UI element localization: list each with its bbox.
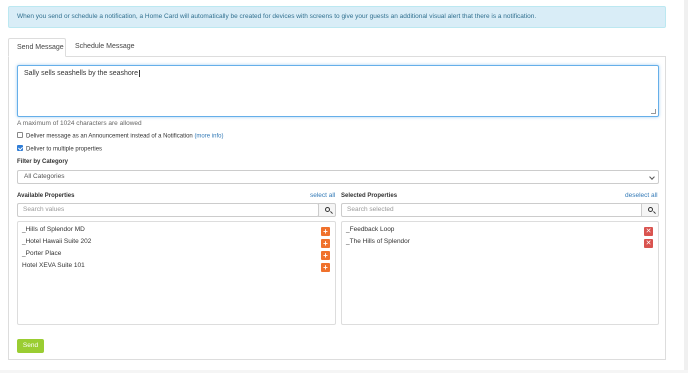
alert-text: When you send or schedule a notification… [17, 13, 537, 20]
message-text: Sally sells seashells by the seashore [24, 70, 139, 77]
announcement-option: Deliver message as an Announcement inste… [17, 132, 223, 140]
available-search-button[interactable] [318, 203, 336, 217]
chevron-down-icon [649, 174, 655, 180]
multiple-properties-option: Deliver to multiple properties [17, 145, 103, 153]
select-all-link[interactable]: select all [310, 192, 335, 199]
search-icon [648, 207, 653, 212]
announcement-checkbox[interactable] [17, 132, 23, 138]
add-property-button[interactable]: + [321, 263, 330, 272]
available-properties-title: Available Properties [17, 193, 75, 199]
list-item: _The Hills of Splendor [346, 238, 410, 245]
tab-send-message[interactable]: Send Message [8, 38, 66, 57]
vertical-scrollbar[interactable] [684, 0, 688, 373]
list-item: _Porter Place [22, 250, 62, 257]
add-property-button[interactable]: + [321, 251, 330, 260]
character-limit-hint: A maximum of 1024 characters are allowed [17, 120, 142, 127]
list-item: _Feedback Loop [346, 226, 395, 233]
list-item: _Hotel Hawaii Suite 202 [22, 238, 92, 245]
list-item: Hotel XEVA Suite 101 [22, 262, 85, 269]
remove-property-button[interactable]: ✕ [644, 239, 653, 248]
category-select-value: All Categories [24, 173, 65, 180]
resize-handle[interactable] [651, 109, 656, 114]
add-property-button[interactable]: + [321, 227, 330, 236]
multiple-properties-checkbox[interactable] [17, 145, 23, 151]
tab-schedule-message[interactable]: Schedule Message [67, 38, 143, 57]
more-info-link[interactable]: (more info) [194, 134, 223, 140]
multiple-properties-label: Deliver to multiple properties [26, 146, 103, 153]
selected-search-button[interactable] [641, 203, 659, 217]
selected-search-input[interactable]: Search selected [341, 203, 643, 217]
message-tabs: Send Message Schedule Message [8, 38, 666, 57]
deselect-all-link[interactable]: deselect all [625, 192, 658, 199]
selected-properties-list: _Feedback Loop ✕ _The Hills of Splendor … [341, 221, 659, 325]
add-property-button[interactable]: + [321, 239, 330, 248]
announcement-label: Deliver message as an Announcement inste… [26, 133, 193, 140]
search-icon [325, 207, 330, 212]
selected-properties-title: Selected Properties [341, 193, 398, 199]
send-message-panel: Sally sells seashells by the seashore A … [8, 56, 666, 360]
send-button[interactable]: Send [17, 339, 44, 353]
available-search-input[interactable]: Search values [17, 203, 319, 217]
category-select[interactable]: All Categories [17, 170, 659, 184]
info-alert: When you send or schedule a notification… [8, 6, 666, 28]
available-properties-list: _Hills of Splendor MD + _Hotel Hawaii Su… [17, 221, 336, 325]
message-textarea[interactable]: Sally sells seashells by the seashore [17, 65, 659, 117]
list-item: _Hills of Splendor MD [22, 226, 85, 233]
filter-label: Filter by Category [17, 159, 69, 165]
remove-property-button[interactable]: ✕ [644, 227, 653, 236]
